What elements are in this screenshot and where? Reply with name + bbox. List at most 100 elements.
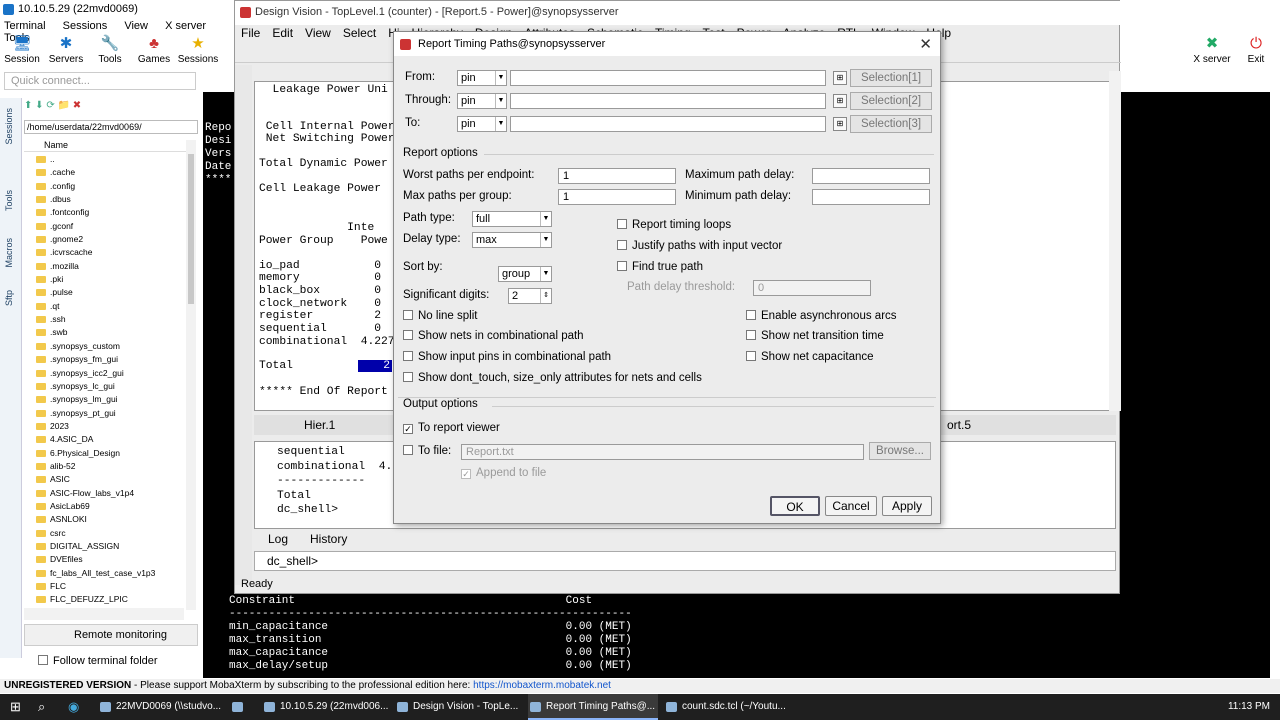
- apply-button[interactable]: Apply: [882, 496, 932, 516]
- dv-menu-item[interactable]: File: [241, 26, 260, 40]
- worst-paths-input[interactable]: 1: [558, 168, 676, 184]
- pick-from-icon[interactable]: ⊞: [833, 71, 847, 85]
- delay-type-select[interactable]: max ▼: [472, 232, 552, 248]
- path-type-select[interactable]: full ▼: [472, 211, 552, 227]
- mobaxterm-link[interactable]: https://mobaxterm.mobatek.net: [473, 680, 611, 691]
- report-timing-loops-checkbox[interactable]: Report timing loops: [617, 219, 731, 231]
- file-list-item[interactable]: ASIC: [36, 473, 186, 486]
- file-list-item[interactable]: .dbus: [36, 193, 186, 206]
- file-list-item[interactable]: fc_labs_All_test_case_v1p3: [36, 567, 186, 580]
- from-input[interactable]: [510, 70, 826, 86]
- toolbar-sessions-button[interactable]: ★ Sessions: [176, 34, 220, 65]
- taskbar-item[interactable]: Report Timing Paths@...: [528, 694, 658, 720]
- xserver-button[interactable]: ✖ X server: [1190, 34, 1234, 65]
- file-list-item[interactable]: FLC_DEFUZZ_LPIC: [36, 593, 186, 606]
- file-list-item[interactable]: .icvrscache: [36, 246, 186, 259]
- file-list-item[interactable]: .ssh: [36, 313, 186, 326]
- quick-connect-input[interactable]: Quick connect...: [4, 72, 196, 90]
- file-list-item[interactable]: ..: [36, 153, 186, 166]
- file-list-item[interactable]: AsicLab69: [36, 500, 186, 513]
- max-path-delay-input[interactable]: [812, 168, 930, 184]
- file-list-item[interactable]: DIGITAL_ASSIGN: [36, 540, 186, 553]
- file-list-hscrollbar[interactable]: [24, 608, 184, 620]
- show-dont-touch-checkbox[interactable]: Show dont_touch, size_only attributes fo…: [403, 372, 702, 384]
- taskbar-item[interactable]: [230, 694, 254, 720]
- file-list-item[interactable]: ASIC-Flow_labs_v1p4: [36, 487, 186, 500]
- file-list-item[interactable]: .fontconfig: [36, 206, 186, 219]
- file-list-item[interactable]: FLC: [36, 580, 186, 593]
- pick-through-icon[interactable]: ⊞: [833, 94, 847, 108]
- tab-report[interactable]: ort.5: [947, 418, 971, 432]
- sftp-path-input[interactable]: /home/userdata/22mvd0069/: [24, 120, 198, 134]
- tab-history[interactable]: History: [310, 532, 347, 546]
- file-list-item[interactable]: .gnome2: [36, 233, 186, 246]
- file-list-item[interactable]: .qt: [36, 300, 186, 313]
- net-transition-checkbox[interactable]: Show net transition time: [746, 330, 884, 342]
- ok-button[interactable]: OK: [770, 496, 820, 516]
- side-tab-tools[interactable]: Tools: [4, 190, 14, 211]
- file-list-item[interactable]: .synopsys_icc2_gui: [36, 367, 186, 380]
- file-list-item[interactable]: .synopsys_custom: [36, 340, 186, 353]
- tab-log[interactable]: Log: [268, 532, 288, 546]
- net-capacitance-checkbox[interactable]: Show net capacitance: [746, 351, 874, 363]
- windows-start-icon[interactable]: ⊞: [10, 699, 21, 715]
- max-paths-input[interactable]: 1: [558, 189, 676, 205]
- toolbar-servers-button[interactable]: ✱ Servers: [44, 34, 88, 65]
- follow-terminal-checkbox[interactable]: Follow terminal folder: [38, 655, 208, 667]
- file-list-item[interactable]: 2023: [36, 420, 186, 433]
- cancel-button[interactable]: Cancel: [825, 496, 877, 516]
- file-list-item[interactable]: .swb: [36, 326, 186, 339]
- file-list-item[interactable]: alib-52: [36, 460, 186, 473]
- through-type-select[interactable]: pin ▼: [457, 93, 507, 109]
- dv-menu-item[interactable]: Select: [343, 26, 376, 40]
- dv-menu-item[interactable]: View: [305, 26, 331, 40]
- show-nets-checkbox[interactable]: Show nets in combinational path: [403, 330, 584, 342]
- selection2-button[interactable]: Selection[2]: [850, 92, 932, 110]
- selection3-button[interactable]: Selection[3]: [850, 115, 932, 133]
- file-list-item[interactable]: ASNLOKI: [36, 513, 186, 526]
- file-list-item[interactable]: DVEfiles: [36, 553, 186, 566]
- file-list-item[interactable]: 6.Physical_Design: [36, 447, 186, 460]
- remote-monitoring-button[interactable]: Remote monitoring: [24, 624, 198, 646]
- through-input[interactable]: [510, 93, 826, 109]
- no-line-split-checkbox[interactable]: No line split: [403, 310, 477, 322]
- sig-digits-spinner[interactable]: 2 ⇕: [508, 288, 552, 304]
- file-list-item[interactable]: .synopsys_fm_gui: [36, 353, 186, 366]
- side-tab-macros[interactable]: Macros: [4, 238, 14, 268]
- file-list-scrollbar[interactable]: [186, 140, 196, 610]
- toolbar-games-button[interactable]: ♣ Games: [132, 34, 176, 65]
- taskbar-item[interactable]: Design Vision - TopLe...: [395, 694, 519, 720]
- exit-button[interactable]: ⏻ Exit: [1234, 34, 1278, 65]
- file-list-item[interactable]: .gconf: [36, 220, 186, 233]
- justify-paths-checkbox[interactable]: Justify paths with input vector: [617, 240, 782, 252]
- find-true-path-checkbox[interactable]: Find true path: [617, 261, 703, 273]
- file-list-item[interactable]: .cache: [36, 166, 186, 179]
- dv-menu-item[interactable]: Edit: [272, 26, 293, 40]
- to-report-viewer-checkbox[interactable]: ✓ To report viewer: [403, 422, 500, 434]
- taskbar-item[interactable]: 10.10.5.29 (22mvd006...: [262, 694, 388, 720]
- tab-hier[interactable]: Hier.1: [304, 418, 335, 432]
- file-list-item[interactable]: .pki: [36, 273, 186, 286]
- to-type-select[interactable]: pin ▼: [457, 116, 507, 132]
- menu-xserver[interactable]: X server: [165, 20, 206, 32]
- file-list-item[interactable]: .synopsys_pt_gui: [36, 407, 186, 420]
- async-arcs-checkbox[interactable]: Enable asynchronous arcs: [746, 310, 897, 322]
- file-list-item[interactable]: .mozilla: [36, 260, 186, 273]
- close-icon[interactable]: ✕: [919, 35, 932, 53]
- dv-report-scrollbar[interactable]: [1109, 71, 1121, 411]
- min-path-delay-input[interactable]: [812, 189, 930, 205]
- sftp-newfolder-icon[interactable]: 📁: [58, 100, 70, 111]
- side-tab-sessions[interactable]: Sessions: [4, 108, 14, 145]
- file-list-item[interactable]: .synopsys_lc_gui: [36, 380, 186, 393]
- selection1-button[interactable]: Selection[1]: [850, 69, 932, 87]
- taskbar-item[interactable]: count.sdc.tcl (~/Youtu...: [664, 694, 790, 720]
- to-input[interactable]: [510, 116, 826, 132]
- menu-view[interactable]: View: [124, 20, 148, 32]
- to-file-checkbox[interactable]: To file:: [403, 445, 451, 457]
- pick-to-icon[interactable]: ⊞: [833, 117, 847, 131]
- menu-sessions[interactable]: Sessions: [63, 20, 108, 32]
- taskbar-item[interactable]: 22MVD0069 (\\studvo...: [98, 694, 226, 720]
- file-list-item[interactable]: .pulse: [36, 286, 186, 299]
- sftp-refresh-icon[interactable]: ⟳: [46, 100, 54, 111]
- file-list-item[interactable]: .synopsys_lm_gui: [36, 393, 186, 406]
